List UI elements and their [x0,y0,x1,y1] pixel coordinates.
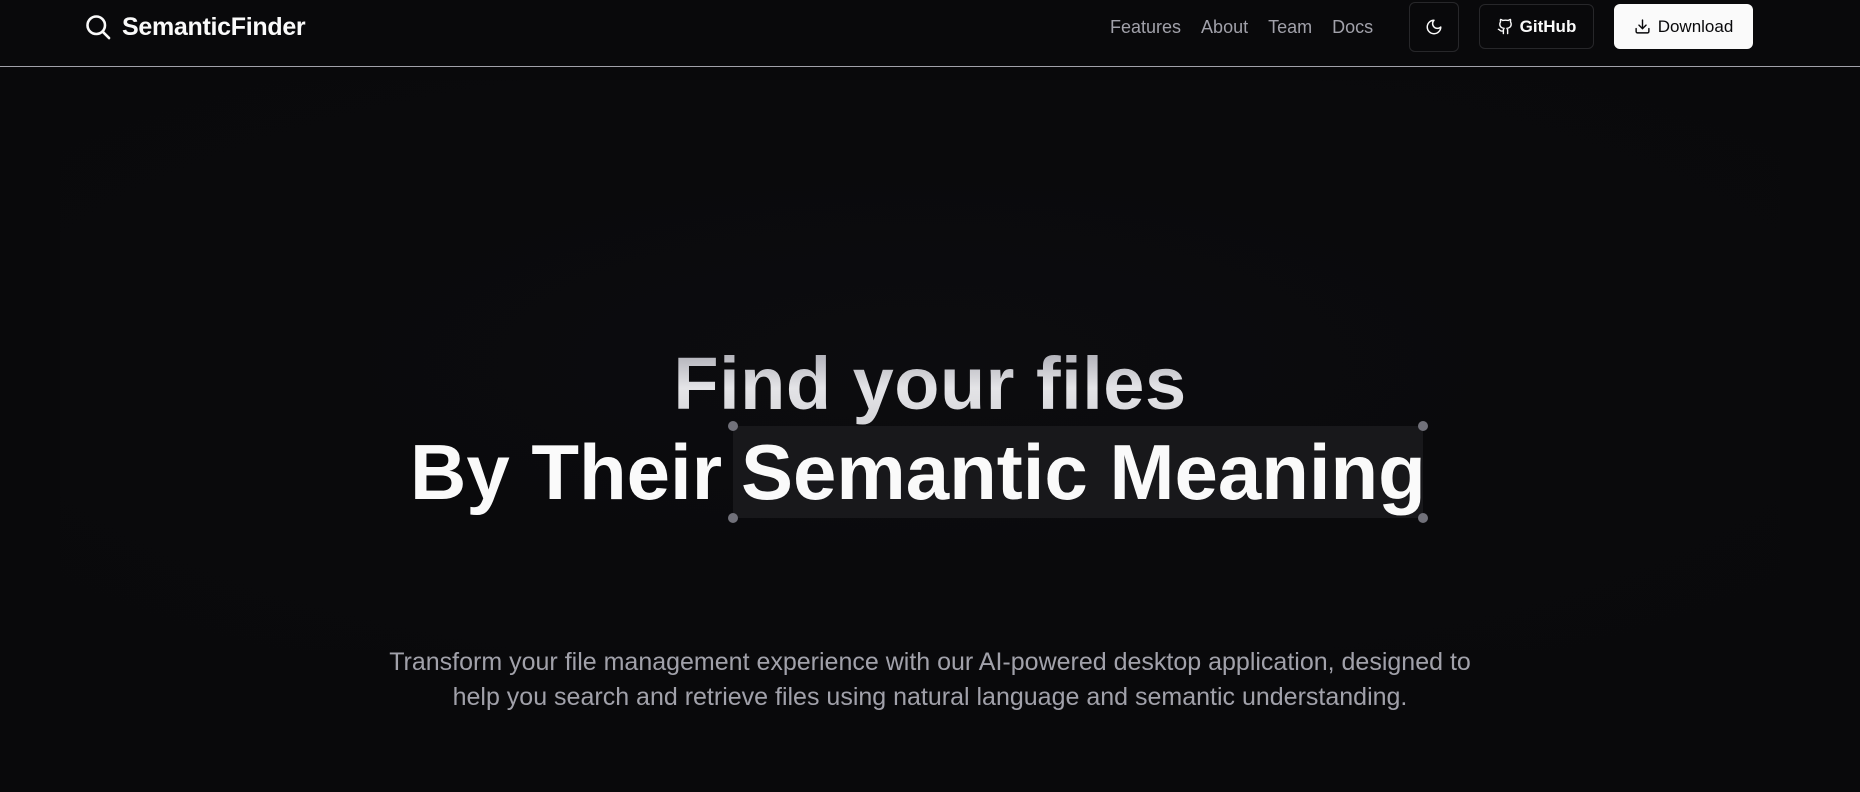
hero-headline-line1: Find your files [0,342,1860,426]
theme-toggle-button[interactable] [1409,2,1459,52]
site-header: SemanticFinder Features About Team Docs … [0,0,1860,67]
selection-handle-top-right [1418,421,1428,431]
hero-headline-line2: By Their Semantic Meaning [0,421,1860,523]
hero-headline-prefix: By Their [410,428,723,516]
github-button[interactable]: GitHub [1479,4,1594,49]
nav-link-about[interactable]: About [1201,17,1248,38]
download-button[interactable]: Download [1614,4,1753,49]
selection-handle-bottom-left [728,513,738,523]
download-icon [1635,19,1650,34]
hero-headline-highlight: Semantic Meaning [741,428,1426,516]
hero-highlight-box: Semantic Meaning [728,421,1428,523]
search-icon [86,15,111,40]
nav-link-team[interactable]: Team [1268,17,1312,38]
nav-link-features[interactable]: Features [1110,17,1181,38]
moon-icon [1426,19,1442,35]
nav-link-docs[interactable]: Docs [1332,17,1373,38]
main-nav: Features About Team Docs [1110,12,1373,42]
selection-handle-bottom-right [1418,513,1428,523]
github-button-label: GitHub [1519,16,1577,36]
download-button-label: Download [1657,16,1734,36]
github-icon [1497,18,1512,35]
brand-name: SemanticFinder [122,12,306,41]
brand-logo[interactable]: SemanticFinder [84,10,306,44]
hero-description: Transform your file management experienc… [389,648,1471,711]
selection-handle-top-left [728,421,738,431]
